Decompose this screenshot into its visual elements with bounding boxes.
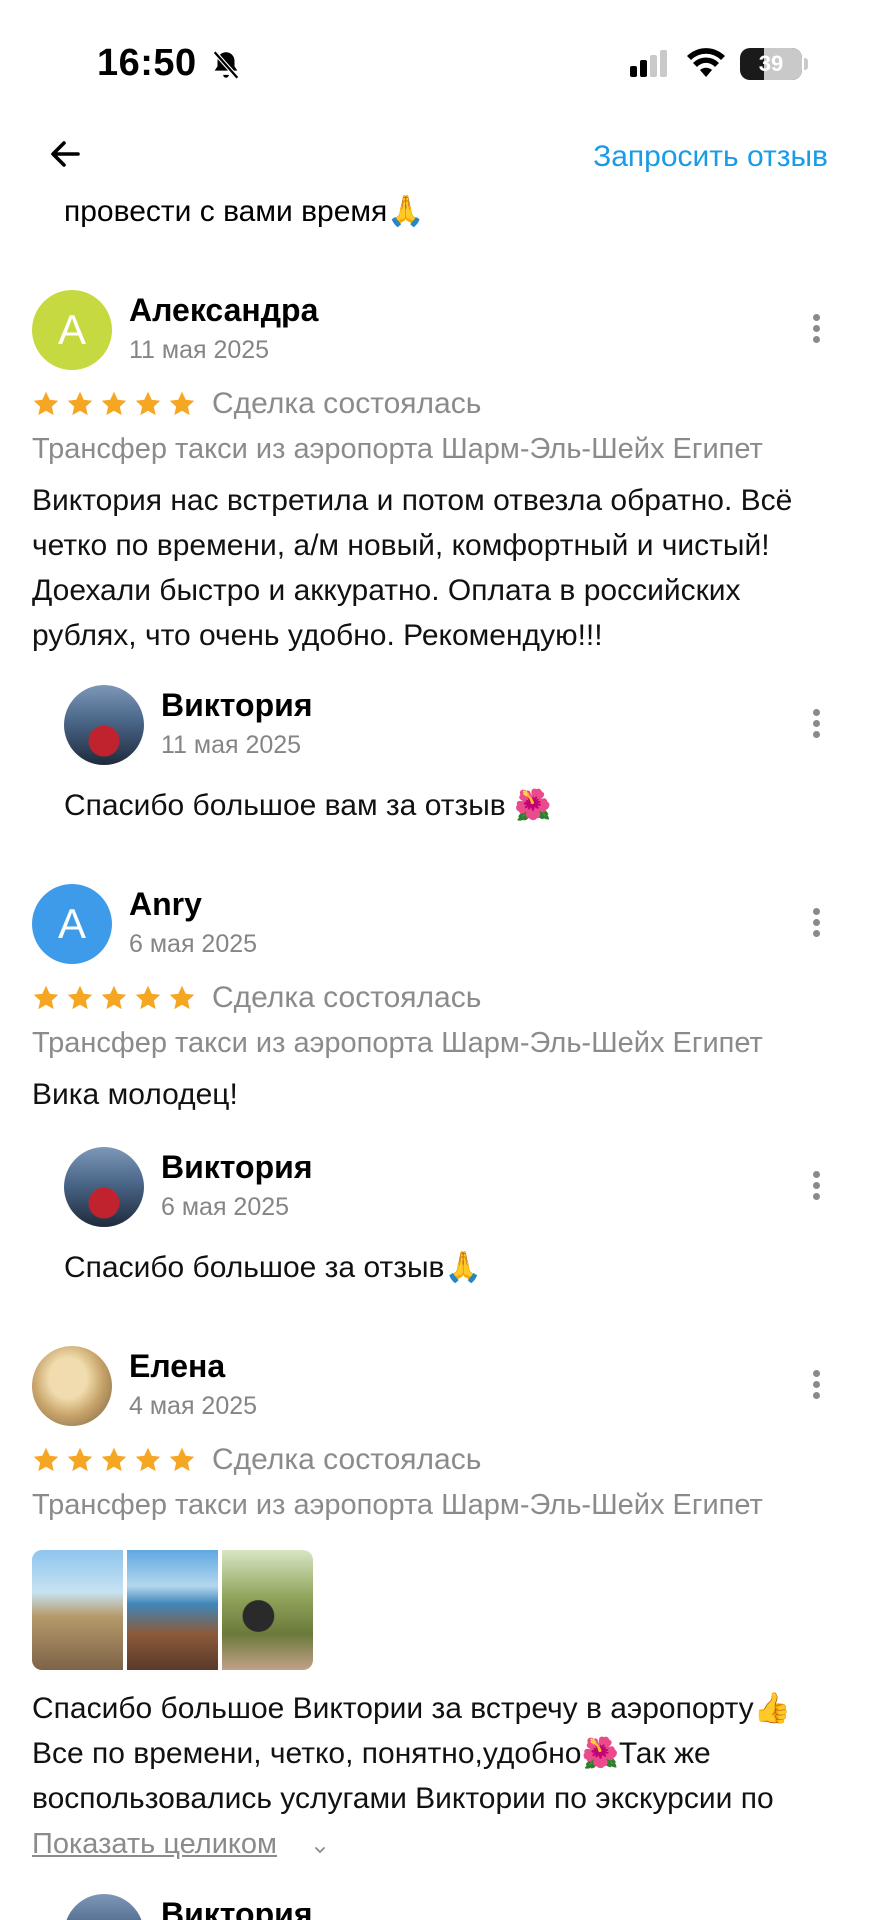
signal-icon: [630, 50, 667, 77]
battery-percent: 39: [758, 51, 784, 76]
wifi-icon: [687, 48, 725, 77]
review-card: А Anry 6 мая 2025 Сделка состоялась Тран…: [0, 882, 884, 1302]
more-options-icon[interactable]: [806, 705, 826, 745]
service-name[interactable]: Трансфер такси из аэропорта Шарм-Эль-Шей…: [32, 433, 763, 466]
back-arrow-icon[interactable]: [44, 132, 88, 176]
previous-reply-text: провести с вами время🙏: [64, 195, 425, 228]
author-name[interactable]: Anry: [129, 886, 202, 923]
reply-text: Спасибо большое вам за отзыв 🌺: [64, 789, 552, 822]
review-text-line: Все по времени, четко, понятно,удобно🌺Та…: [32, 1737, 711, 1770]
star-icon: [101, 391, 127, 416]
review-card: А Александра 11 мая 2025 Сделка состояла…: [0, 288, 884, 848]
avatar[interactable]: А: [32, 290, 112, 370]
avatar[interactable]: А: [32, 884, 112, 964]
more-options-icon[interactable]: [806, 310, 826, 350]
reply-author-name[interactable]: Виктория: [161, 687, 312, 724]
star-icon: [33, 391, 59, 416]
author-name[interactable]: Елена: [129, 1348, 225, 1385]
author-name[interactable]: Александра: [129, 292, 318, 329]
review-photo[interactable]: [222, 1550, 313, 1670]
more-options-icon[interactable]: [806, 1167, 826, 1207]
show-more-link[interactable]: Показать целиком: [32, 1828, 277, 1861]
more-options-icon[interactable]: [806, 1366, 826, 1406]
review-text-line: воспользовались услугами Виктории по экс…: [32, 1782, 774, 1815]
star-icon: [169, 391, 195, 416]
battery-icon: 39: [740, 48, 802, 80]
deal-status: Сделка состоялась: [212, 1443, 482, 1476]
reply-date: 6 мая 2025: [161, 1193, 290, 1221]
status-bar: 16:50 39: [0, 0, 884, 120]
bell-off-icon: [212, 50, 240, 80]
reply-avatar[interactable]: [64, 685, 144, 765]
reply-date: 11 мая 2025: [161, 731, 302, 759]
review-text: Вика молодец!: [32, 1078, 238, 1111]
star-icon: [67, 985, 93, 1010]
more-options-icon[interactable]: [806, 904, 826, 944]
star-icon: [33, 1447, 59, 1472]
star-icon: [135, 985, 161, 1010]
reply-avatar[interactable]: [64, 1894, 144, 1920]
service-name[interactable]: Трансфер такси из аэропорта Шарм-Эль-Шей…: [32, 1489, 763, 1522]
review-text-line: Спасибо большое Виктории за встречу в аэ…: [32, 1692, 791, 1725]
review-text: Спасибо большое Виктории за встречу в аэ…: [32, 1686, 862, 1821]
star-icon: [67, 391, 93, 416]
review-text: Виктория нас встретила и потом отвезла о…: [32, 484, 793, 652]
rating-stars: [32, 1446, 196, 1474]
reply-text: Спасибо большое за отзыв🙏: [64, 1251, 482, 1284]
star-icon: [169, 985, 195, 1010]
star-icon: [101, 1447, 127, 1472]
review-date: 4 мая 2025: [129, 1392, 258, 1420]
request-review-link[interactable]: Запросить отзыв: [593, 140, 828, 174]
chevron-down-icon[interactable]: [312, 1842, 328, 1858]
deal-status: Сделка состоялась: [212, 981, 482, 1014]
rating-stars: [32, 390, 196, 418]
reply-author-name[interactable]: Виктория: [161, 1149, 312, 1186]
reply-author-name[interactable]: Виктория: [161, 1896, 312, 1920]
review-photo[interactable]: [32, 1550, 123, 1670]
star-icon: [135, 1447, 161, 1472]
status-time: 16:50: [97, 42, 197, 84]
star-icon: [33, 985, 59, 1010]
star-icon: [101, 985, 127, 1010]
review-date: 11 мая 2025: [129, 336, 270, 364]
rating-stars: [32, 984, 196, 1012]
review-photos: [32, 1550, 313, 1670]
top-bar: Запросить отзыв: [0, 130, 884, 190]
battery-cap: [804, 58, 808, 70]
star-icon: [135, 391, 161, 416]
star-icon: [169, 1447, 195, 1472]
review-card: Елена 4 мая 2025 Сделка состоялась Транс…: [0, 1344, 884, 1920]
review-photo[interactable]: [127, 1550, 218, 1670]
reply-avatar[interactable]: [64, 1147, 144, 1227]
service-name[interactable]: Трансфер такси из аэропорта Шарм-Эль-Шей…: [32, 1027, 763, 1060]
deal-status: Сделка состоялась: [212, 387, 482, 420]
review-date: 6 мая 2025: [129, 930, 258, 958]
star-icon: [67, 1447, 93, 1472]
avatar[interactable]: [32, 1346, 112, 1426]
